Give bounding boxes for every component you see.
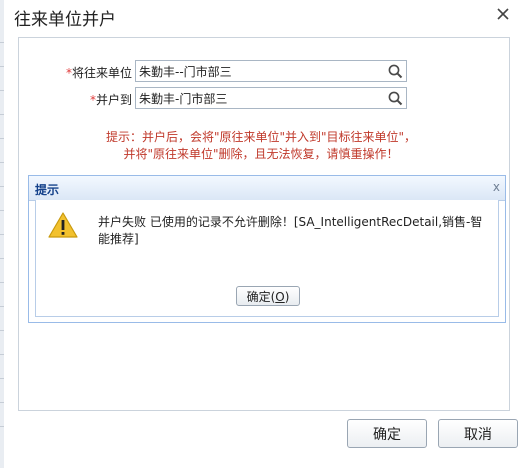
source-row: *将往来单位 <box>4 60 522 82</box>
close-icon[interactable]: x <box>493 180 500 194</box>
merge-tip-line-2: 并将"原往来单位"删除，且无法恢复，请慎重操作！ <box>123 147 399 161</box>
message-box-header: 提示 x <box>29 176 505 201</box>
dialog-title: 往来单位并户 <box>14 10 116 30</box>
confirm-button[interactable]: 确定 <box>347 419 427 448</box>
merge-dialog: 往来单位并户 *将往来单位 *并户到 <box>4 0 522 468</box>
warning-icon <box>47 211 79 239</box>
source-label: *将往来单位 <box>65 66 132 80</box>
message-box-title: 提示 <box>35 183 60 197</box>
merge-tip-line-1: 提示：并户后，会将"原往来单位"并入到"目标往来单位"， <box>105 130 417 144</box>
message-box-body: 并户失败 已使用的记录不允许删除！[SA_IntelligentRecDetai… <box>35 200 499 317</box>
target-label: *并户到 <box>89 93 132 107</box>
target-input[interactable] <box>139 91 379 106</box>
source-field[interactable] <box>135 60 407 82</box>
dialog-title-bar: 往来单位并户 <box>4 0 522 34</box>
cancel-button[interactable]: 取消 <box>438 419 518 448</box>
target-row: *并户到 <box>4 87 522 109</box>
message-ok-button[interactable]: 确定(O) <box>236 286 300 306</box>
search-icon[interactable] <box>387 90 404 107</box>
search-icon[interactable] <box>387 63 404 80</box>
error-message-box: 提示 x 并户失败 已使用的记录不允许删除！[SA_IntelligentRec… <box>28 175 506 323</box>
target-field[interactable] <box>135 87 407 109</box>
error-message-text: 并户失败 已使用的记录不允许删除！[SA_IntelligentRecDetai… <box>98 215 483 246</box>
source-input[interactable] <box>139 64 379 79</box>
close-icon[interactable] <box>492 3 514 25</box>
